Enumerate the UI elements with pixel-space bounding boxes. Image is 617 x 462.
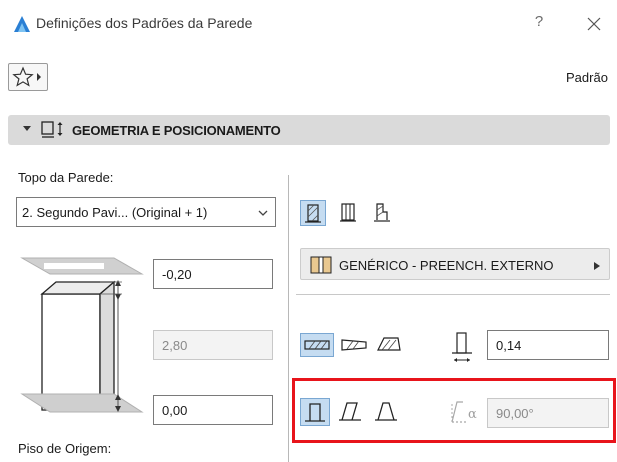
basic-wall-icon (305, 204, 321, 223)
home-story-label: Piso de Origem: (18, 441, 112, 456)
section-title: GEOMETRIA E POSICIONAMENTO (72, 123, 281, 138)
title-bar: Definições dos Padrões da Parede ? (0, 0, 617, 52)
composite-structure-icon (310, 256, 332, 274)
complex-profile-icon (374, 203, 390, 222)
top-link-select[interactable]: 2. Segundo Pavi... (Original + 1) (16, 197, 276, 227)
straight-wall-icon (304, 340, 330, 350)
top-offset-value: -0,20 (162, 267, 192, 282)
window-title: Definições dos Padrões da Parede (36, 15, 253, 31)
help-button[interactable]: ? (527, 13, 551, 35)
composite-wall-icon (340, 203, 356, 222)
chevron-right-icon (594, 262, 600, 270)
top-offset-field[interactable]: -0,20 (153, 259, 273, 289)
highlight-box (292, 378, 616, 443)
structure-composite-button[interactable] (336, 200, 362, 226)
top-link-label: Topo da Parede: (18, 170, 114, 185)
base-offset-field[interactable]: 0,00 (153, 395, 273, 425)
panel-divider (288, 175, 289, 462)
star-icon (12, 66, 41, 87)
geometry-polygonal-button[interactable] (374, 333, 406, 357)
trapezoid-wall-icon (341, 339, 367, 351)
geometry-straight-button[interactable] (300, 333, 334, 357)
close-icon[interactable] (580, 11, 608, 37)
geometry-trapezoid-button[interactable] (338, 333, 372, 357)
wall-height-diagram (20, 257, 144, 413)
wall-height-field: 2,80 (153, 330, 273, 360)
structure-complex-button[interactable] (370, 200, 396, 226)
polygonal-wall-icon (377, 337, 401, 351)
thickness-value: 0,14 (496, 338, 522, 353)
wall-thickness-icon (452, 332, 472, 362)
favorites-button[interactable] (8, 63, 48, 91)
geometry-section-icon (41, 121, 63, 138)
section-divider (296, 294, 610, 295)
wall-height-value: 2,80 (162, 338, 188, 353)
default-label: Padrão (566, 70, 608, 85)
chevron-down-icon (23, 126, 31, 131)
structure-basic-button[interactable] (300, 200, 326, 226)
base-offset-value: 0,00 (162, 403, 188, 418)
chevron-down-icon (258, 210, 268, 216)
composite-name: GENÉRICO - PREENCH. EXTERNO (339, 258, 554, 273)
section-header-geometry[interactable]: GEOMETRIA E POSICIONAMENTO (8, 115, 610, 145)
composite-picker-button[interactable]: GENÉRICO - PREENCH. EXTERNO (300, 248, 610, 280)
top-link-select-value: 2. Segundo Pavi... (Original + 1) (22, 205, 208, 220)
app-icon (14, 16, 30, 32)
thickness-field[interactable]: 0,14 (487, 330, 609, 360)
